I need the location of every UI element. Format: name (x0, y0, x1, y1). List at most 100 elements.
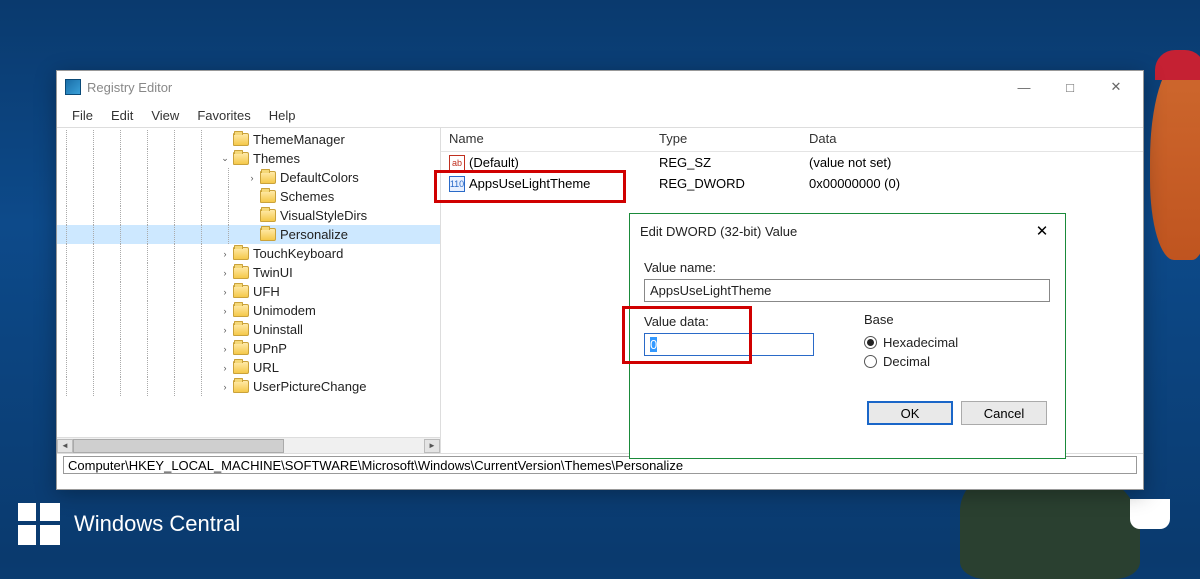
ok-button[interactable]: OK (867, 401, 953, 425)
tree-node-url[interactable]: › URL (57, 358, 440, 377)
tree-label: Schemes (280, 189, 334, 204)
col-data[interactable]: Data (801, 128, 1143, 151)
expander-icon[interactable]: ⌄ (219, 153, 231, 165)
folder-icon (233, 304, 249, 317)
scroll-track[interactable] (73, 439, 424, 453)
maximize-button[interactable]: □ (1047, 72, 1093, 102)
menu-favorites[interactable]: Favorites (188, 105, 259, 126)
tree-node-userpicturechange[interactable]: › UserPictureChange (57, 377, 440, 396)
folder-icon (233, 247, 249, 260)
folder-icon (233, 380, 249, 393)
expander-icon[interactable] (246, 210, 258, 222)
folder-icon (233, 152, 249, 165)
expander-icon[interactable] (219, 134, 231, 146)
tree-node-thememanager[interactable]: ThemeManager (57, 130, 440, 149)
value-data: (value not set) (801, 154, 1143, 171)
scroll-right-button[interactable]: ► (424, 439, 440, 453)
menu-view[interactable]: View (142, 105, 188, 126)
dialog-close-button[interactable]: ✕ (1029, 218, 1055, 244)
expander-icon[interactable] (246, 229, 258, 241)
radio-dec[interactable]: Decimal (864, 354, 958, 369)
window-title: Registry Editor (87, 80, 172, 95)
folder-icon (233, 361, 249, 374)
tree-label: UPnP (253, 341, 287, 356)
tree-node-personalize[interactable]: Personalize (57, 225, 440, 244)
string-icon: ab (449, 155, 465, 171)
menu-file[interactable]: File (63, 105, 102, 126)
value-name: AppsUseLightTheme (469, 176, 590, 191)
value-data-label: Value data: (644, 314, 864, 329)
folder-icon (233, 133, 249, 146)
tree-panel[interactable]: ThemeManager ⌄ Themes › DefaultColors Schemes… (57, 128, 441, 453)
value-name-input[interactable] (644, 279, 1050, 302)
tree-node-visualstyledirs[interactable]: VisualStyleDirs (57, 206, 440, 225)
expander-icon[interactable]: › (219, 343, 231, 355)
titlebar[interactable]: Registry Editor — □ ✕ (57, 71, 1143, 103)
dialog-titlebar[interactable]: Edit DWORD (32-bit) Value ✕ (630, 214, 1065, 248)
folder-icon (260, 171, 276, 184)
tree-node-upnp[interactable]: › UPnP (57, 339, 440, 358)
expander-icon[interactable]: › (219, 248, 231, 260)
expander-icon[interactable]: › (219, 381, 231, 393)
expander-icon[interactable]: › (219, 362, 231, 374)
tree-node-themes[interactable]: ⌄ Themes (57, 149, 440, 168)
folder-icon (260, 190, 276, 203)
radio-dec-icon (864, 355, 877, 368)
scroll-left-button[interactable]: ◄ (57, 439, 73, 453)
radio-hex[interactable]: Hexadecimal (864, 335, 958, 350)
value-row[interactable]: 110AppsUseLightThemeREG_DWORD0x00000000 … (441, 173, 1143, 194)
tree-label: Personalize (280, 227, 348, 242)
close-button[interactable]: ✕ (1093, 72, 1139, 102)
expander-icon[interactable]: › (219, 324, 231, 336)
scroll-thumb[interactable] (73, 439, 284, 453)
expander-icon[interactable]: › (246, 172, 258, 184)
tree-label: TouchKeyboard (253, 246, 343, 261)
folder-icon (233, 342, 249, 355)
edit-dword-dialog: Edit DWORD (32-bit) Value ✕ Value name: … (629, 213, 1066, 459)
tree-node-ufh[interactable]: › UFH (57, 282, 440, 301)
tree-node-schemes[interactable]: Schemes (57, 187, 440, 206)
tree-label: DefaultColors (280, 170, 359, 185)
tree-label: UserPictureChange (253, 379, 366, 394)
folder-icon (233, 323, 249, 336)
tree-node-uninstall[interactable]: › Uninstall (57, 320, 440, 339)
expander-icon[interactable]: › (219, 286, 231, 298)
windows-logo-icon (18, 503, 60, 545)
tree-label: URL (253, 360, 279, 375)
folder-icon (260, 228, 276, 241)
expander-icon[interactable]: › (219, 267, 231, 279)
cancel-button[interactable]: Cancel (961, 401, 1047, 425)
folder-icon (233, 285, 249, 298)
tree-label: Uninstall (253, 322, 303, 337)
desktop-illustration-fox (1150, 60, 1200, 260)
tree-label: Themes (253, 151, 300, 166)
col-name[interactable]: Name (441, 128, 651, 151)
tree-node-touchkeyboard[interactable]: › TouchKeyboard (57, 244, 440, 263)
tree-label: UFH (253, 284, 280, 299)
tree-label: VisualStyleDirs (280, 208, 367, 223)
app-icon (65, 79, 81, 95)
value-type: REG_SZ (651, 154, 801, 171)
base-label: Base (864, 312, 958, 327)
menu-edit[interactable]: Edit (102, 105, 142, 126)
value-name-label: Value name: (644, 260, 1051, 275)
minimize-button[interactable]: — (1001, 72, 1047, 102)
watermark: Windows Central (18, 503, 240, 545)
menu-help[interactable]: Help (260, 105, 305, 126)
radio-hex-icon (864, 336, 877, 349)
tree-hscrollbar[interactable]: ◄ ► (57, 437, 440, 453)
dialog-title: Edit DWORD (32-bit) Value (640, 224, 1029, 239)
tree-node-twinui[interactable]: ›TwinUI (57, 263, 440, 282)
value-type: REG_DWORD (651, 175, 801, 192)
value-data: 0x00000000 (0) (801, 175, 1143, 192)
tree-node-defaultcolors[interactable]: › DefaultColors (57, 168, 440, 187)
value-data-input[interactable]: 0 (644, 333, 814, 356)
col-type[interactable]: Type (651, 128, 801, 151)
tree-node-unimodem[interactable]: ›Unimodem (57, 301, 440, 320)
value-row[interactable]: ab (Default) REG_SZ(value not set) (441, 152, 1143, 173)
expander-icon[interactable]: › (219, 305, 231, 317)
folder-icon (233, 266, 249, 279)
expander-icon[interactable] (246, 191, 258, 203)
value-name: (Default) (469, 155, 519, 170)
menubar: File Edit View Favorites Help (57, 103, 1143, 127)
